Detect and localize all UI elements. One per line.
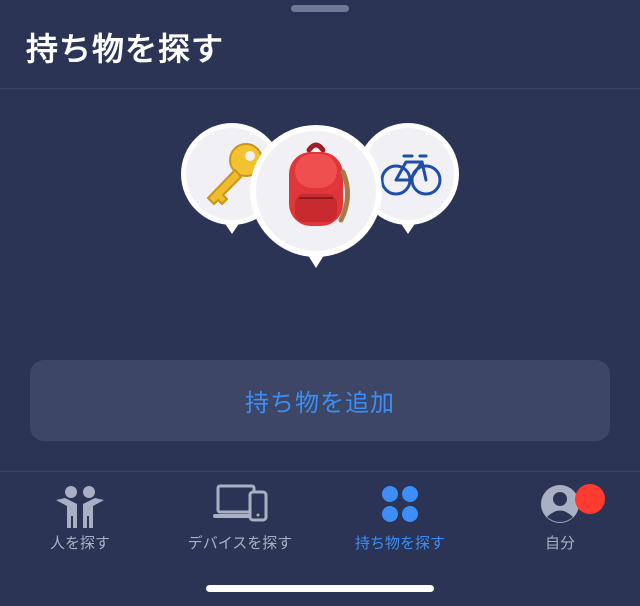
tab-me-label: 自分 xyxy=(544,534,575,552)
tab-devices[interactable]: デバイスを探す xyxy=(160,480,320,560)
tab-me[interactable]: 自分 xyxy=(480,480,640,560)
items-illustration xyxy=(0,110,640,280)
items-icon xyxy=(380,484,420,528)
backpack-pin xyxy=(249,124,383,270)
add-item-label: 持ち物を追加 xyxy=(245,390,395,417)
people-icon xyxy=(52,484,108,534)
sheet-grabber[interactable] xyxy=(291,5,349,12)
tab-people[interactable]: 人を探す xyxy=(0,480,160,560)
tab-devices-label: デバイスを探す xyxy=(187,534,293,552)
page-title: 持ち物を探す xyxy=(26,30,225,68)
add-item-button[interactable]: 持ち物を追加 xyxy=(30,360,610,441)
devices-icon xyxy=(212,484,268,528)
header-divider xyxy=(0,88,640,89)
tab-items[interactable]: 持ち物を探す xyxy=(320,480,480,560)
me-icon xyxy=(540,484,580,528)
notification-badge xyxy=(575,484,605,514)
tab-people-label: 人を探す xyxy=(49,534,110,552)
home-indicator[interactable] xyxy=(206,585,434,592)
tab-items-label: 持ち物を探す xyxy=(354,534,445,552)
